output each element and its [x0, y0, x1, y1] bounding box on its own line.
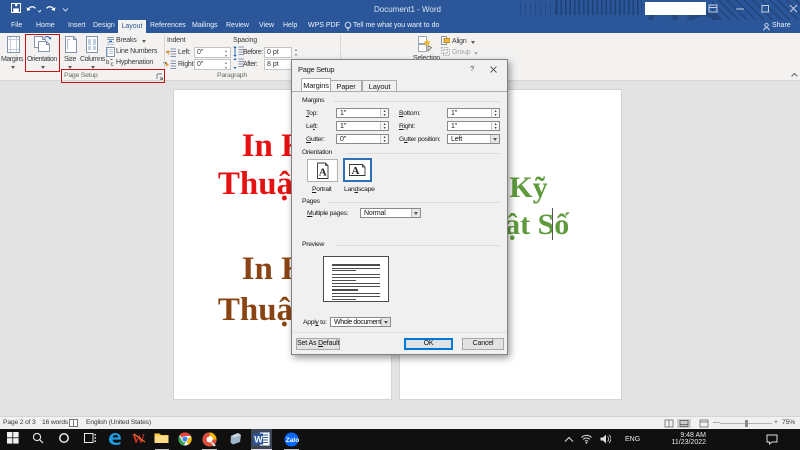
- svg-text:c: c: [111, 62, 114, 68]
- svg-text:W: W: [132, 432, 145, 445]
- svg-text:A: A: [352, 165, 360, 177]
- svg-text:W: W: [254, 435, 263, 445]
- svg-text:A: A: [319, 166, 327, 178]
- svg-text:b: b: [106, 60, 110, 66]
- svg-text:Zalo: Zalo: [286, 437, 299, 444]
